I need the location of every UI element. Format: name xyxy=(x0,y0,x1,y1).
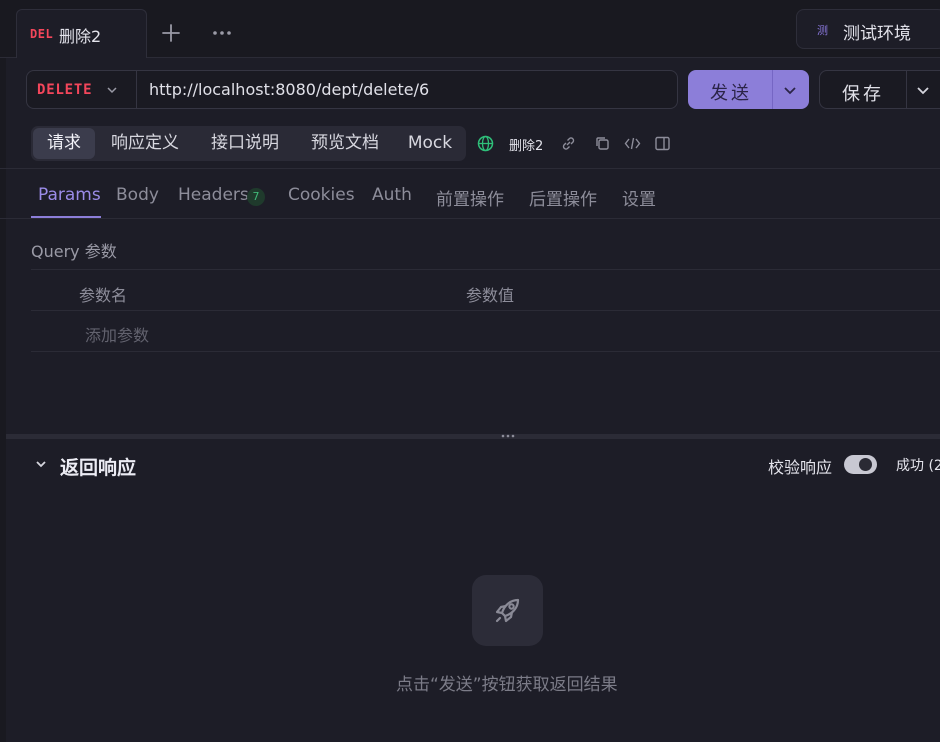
tab-mock[interactable]: Mock xyxy=(399,126,461,161)
column-header-name: 参数名 xyxy=(79,286,128,305)
tab-post-operations[interactable]: 后置操作 xyxy=(529,185,597,210)
tab-body[interactable]: Body xyxy=(116,185,159,205)
chevron-down-icon[interactable] xyxy=(915,82,931,98)
send-label: 发送 xyxy=(710,83,752,104)
plus-icon[interactable] xyxy=(158,20,184,46)
tab-headers[interactable]: Headers xyxy=(178,185,249,205)
tab-method-badge: DEL xyxy=(30,27,54,41)
empty-state-hint: 点击“发送”按钮获取返回结果 xyxy=(396,675,618,695)
sidebar-icon[interactable] xyxy=(654,135,671,152)
chevron-down-icon[interactable] xyxy=(33,456,49,472)
save-label: 保存 xyxy=(842,84,884,105)
more-icon[interactable] xyxy=(208,20,236,46)
left-rail xyxy=(0,0,6,742)
url-bar: DELETE xyxy=(26,70,678,109)
validate-response-toggle[interactable] xyxy=(844,455,877,474)
chevron-down-icon[interactable] xyxy=(782,82,798,98)
globe-icon[interactable] xyxy=(477,135,494,152)
toggle-knob xyxy=(859,458,872,471)
table-border xyxy=(31,351,940,352)
tab-response-definition[interactable]: 响应定义 xyxy=(101,126,189,161)
tab-pre-operations[interactable]: 前置操作 xyxy=(436,185,504,210)
environment-select[interactable]: 测 测试环境 xyxy=(796,9,940,49)
request-section-tabs: 请求 响应定义 接口说明 预览文档 Mock xyxy=(31,126,466,161)
query-params-title: Query 参数 xyxy=(31,242,117,261)
send-divider xyxy=(772,70,773,109)
tab-cookies[interactable]: Cookies xyxy=(288,185,355,205)
request-name: 删除2 xyxy=(509,139,544,154)
tab-preview-docs[interactable]: 预览文档 xyxy=(301,126,389,161)
tab-auth[interactable]: Auth xyxy=(372,185,412,205)
send-button[interactable]: 发送 xyxy=(688,70,809,109)
table-border xyxy=(31,310,940,311)
divider xyxy=(0,168,940,169)
response-title: 返回响应 xyxy=(60,457,137,479)
tab-params[interactable]: Params xyxy=(38,185,101,205)
tab-settings[interactable]: 设置 xyxy=(622,185,656,210)
grip-icon[interactable] xyxy=(500,432,516,440)
env-icon: 测 xyxy=(817,24,828,37)
request-tab[interactable]: DEL 删除2 xyxy=(16,9,147,58)
tab-title: 删除2 xyxy=(59,27,102,46)
tab-request[interactable]: 请求 xyxy=(33,128,95,159)
environment-label: 测试环境 xyxy=(843,24,911,44)
url-input[interactable] xyxy=(149,71,669,108)
save-button[interactable]: 保存 xyxy=(819,70,940,109)
copy-icon[interactable] xyxy=(594,135,611,152)
method-label: DELETE xyxy=(37,82,93,98)
response-status[interactable]: 成功 (2 xyxy=(896,455,940,475)
save-divider xyxy=(906,71,907,108)
panel-splitter[interactable] xyxy=(6,434,940,439)
validate-response-label: 校验响应 xyxy=(768,458,833,477)
tab-api-description[interactable]: 接口说明 xyxy=(201,126,289,161)
tab-bar: DEL 删除2 测 测试环境 xyxy=(0,0,940,58)
link-icon[interactable] xyxy=(560,135,577,152)
rocket-icon xyxy=(495,598,520,623)
chevron-down-icon xyxy=(107,87,117,94)
headers-count-badge: 7 xyxy=(247,188,265,206)
divider xyxy=(0,218,940,219)
add-param-input[interactable]: 添加参数 xyxy=(85,322,149,346)
table-border xyxy=(31,269,940,270)
empty-state-tile xyxy=(472,575,543,646)
method-select[interactable]: DELETE xyxy=(27,71,137,108)
column-header-value: 参数值 xyxy=(466,286,515,305)
app-root: DEL 删除2 测 测试环境 DELETE 发送 保存 xyxy=(0,0,940,742)
code-icon[interactable] xyxy=(624,135,641,152)
